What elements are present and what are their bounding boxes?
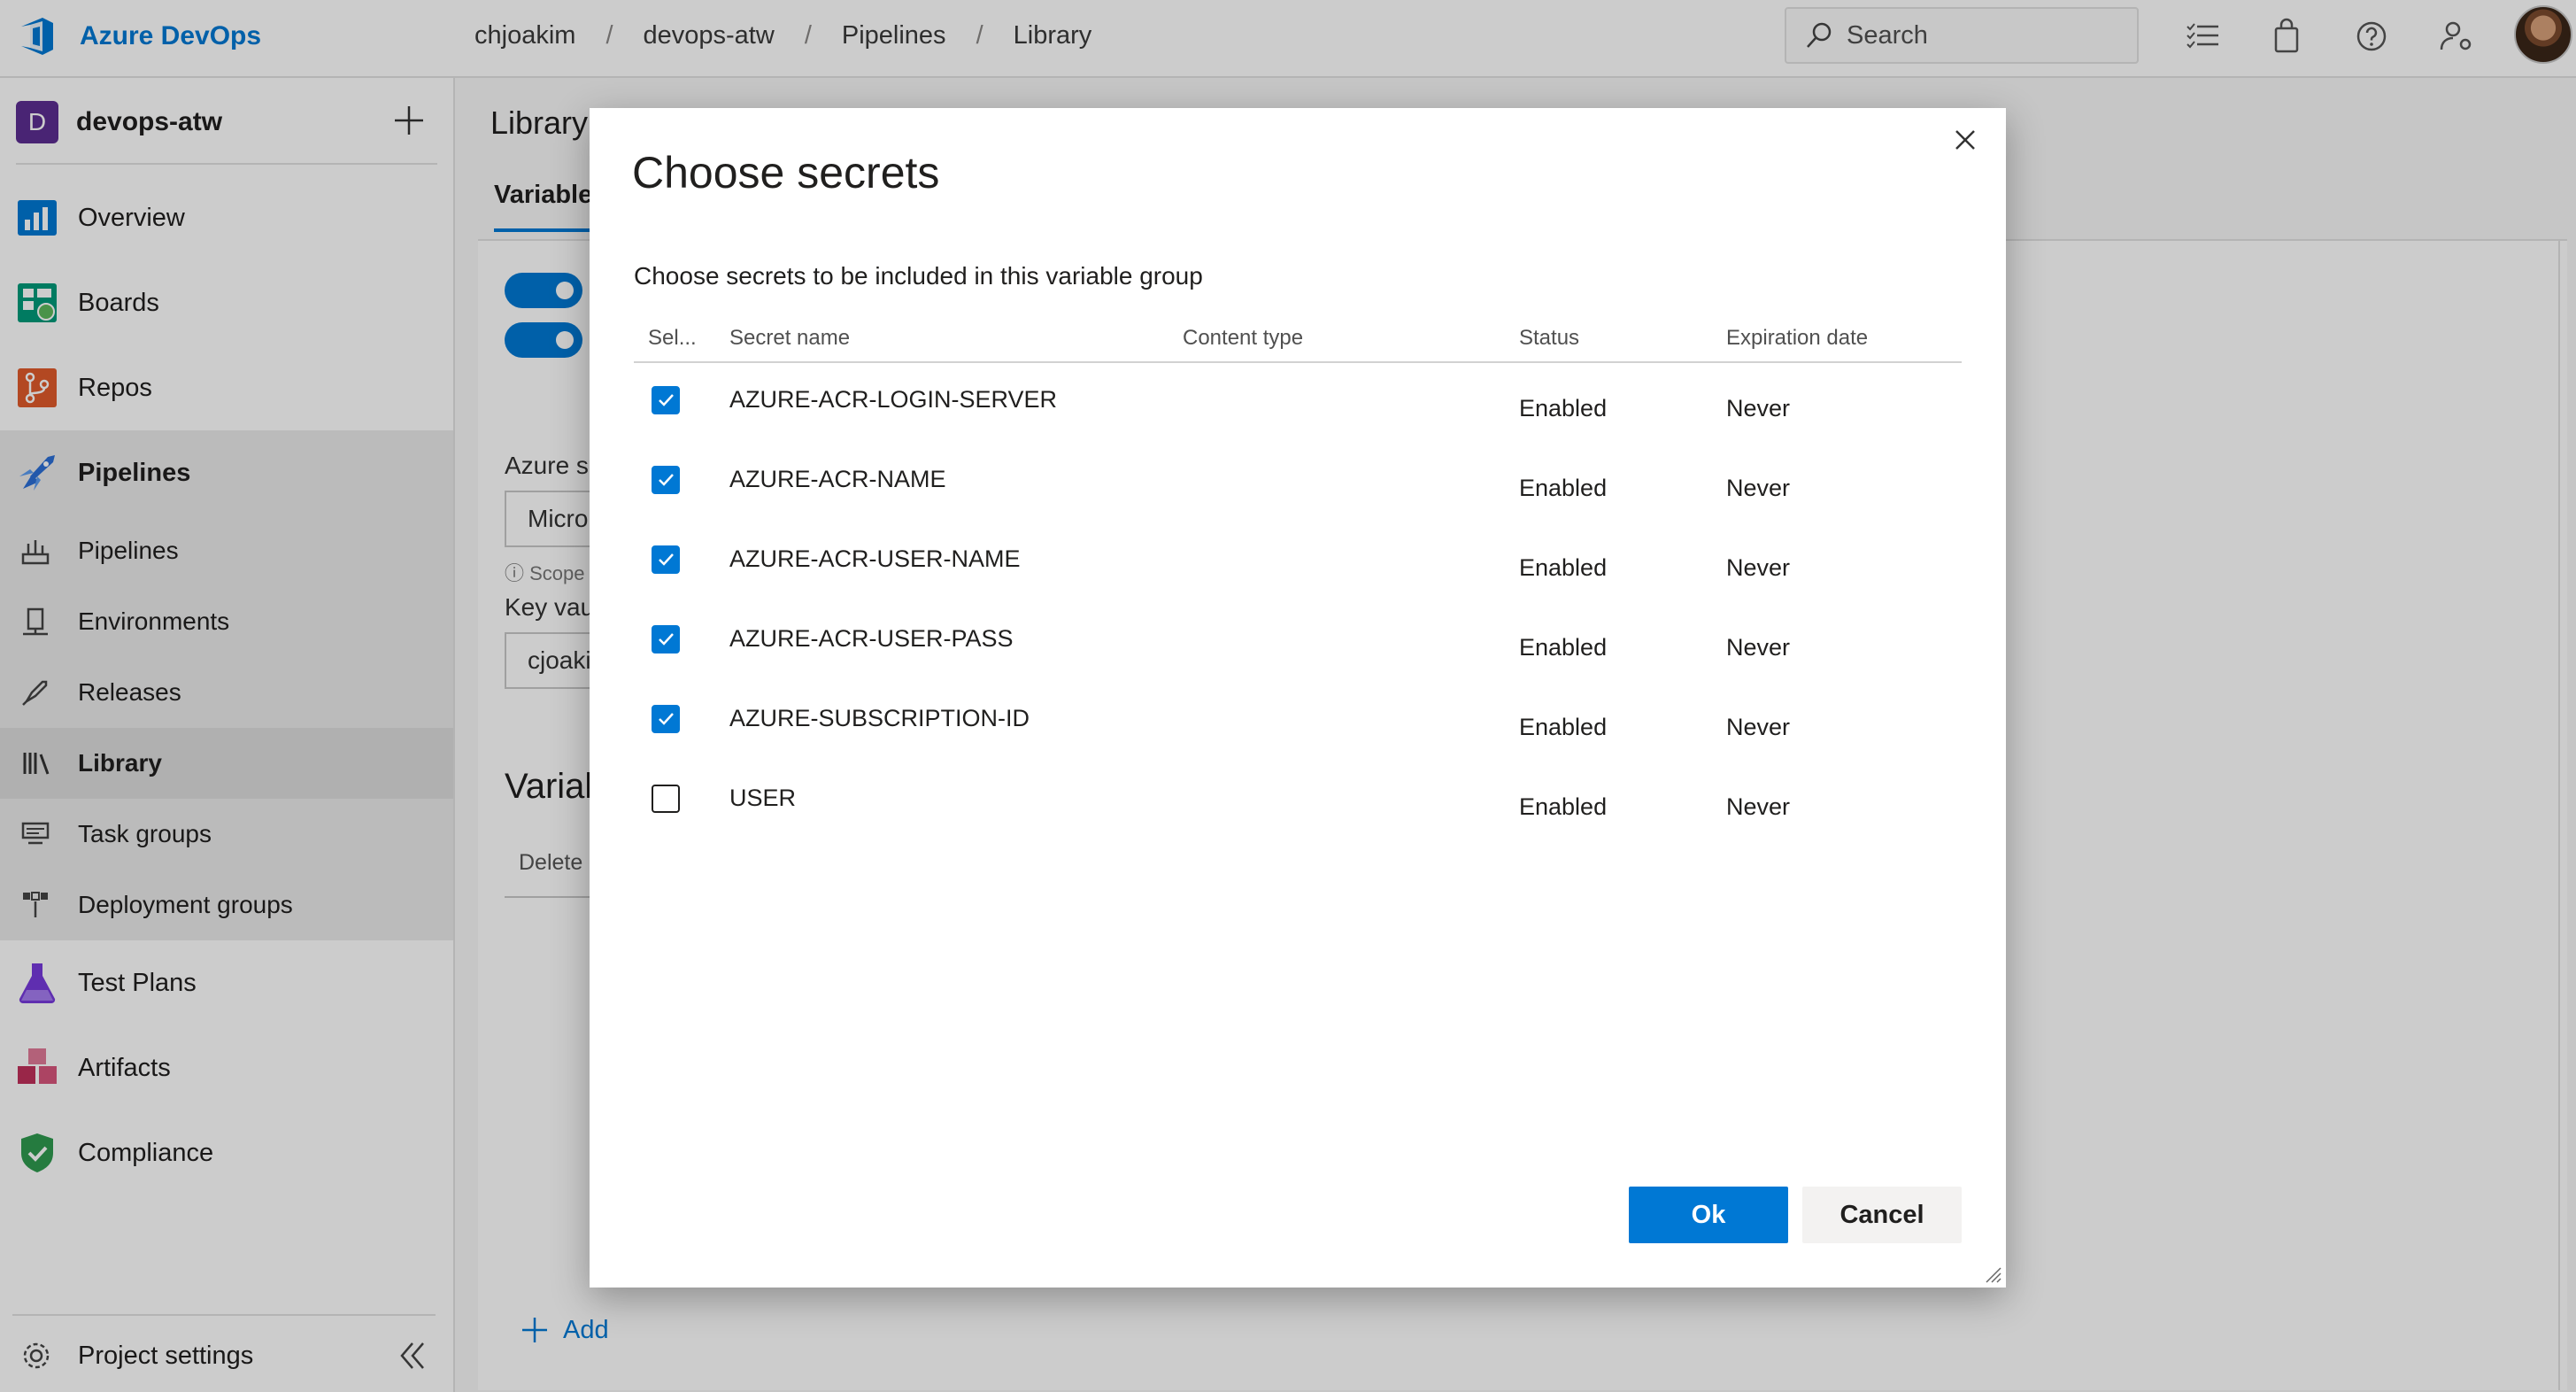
close-icon[interactable]	[1946, 120, 1985, 159]
secret-expiration: Never	[1726, 395, 1791, 421]
table-row[interactable]: AZURE-ACR-USER-NAME Enabled Never	[634, 524, 1962, 604]
table-row[interactable]: USER Enabled Never	[634, 763, 1962, 843]
column-secret-name[interactable]: Secret name	[729, 326, 850, 351]
table-header: Sel... Secret name Content type Status E…	[634, 308, 1962, 363]
cancel-button[interactable]: Cancel	[1802, 1187, 1962, 1243]
row-checkbox[interactable]	[652, 625, 680, 653]
table-row[interactable]: AZURE-ACR-USER-PASS Enabled Never	[634, 604, 1962, 684]
secret-expiration: Never	[1726, 475, 1791, 501]
dialog-subtitle: Choose secrets to be included in this va…	[634, 262, 1203, 290]
secret-status: Enabled	[1519, 714, 1608, 740]
resize-handle-icon[interactable]	[1983, 1264, 2002, 1284]
row-checkbox[interactable]	[652, 545, 680, 574]
secret-expiration: Never	[1726, 554, 1791, 581]
table-row[interactable]: AZURE-ACR-LOGIN-SERVER Enabled Never	[634, 365, 1962, 445]
secret-name: AZURE-ACR-LOGIN-SERVER	[729, 386, 1058, 413]
secret-name: AZURE-ACR-USER-NAME	[729, 545, 1021, 572]
secret-status: Enabled	[1519, 475, 1608, 501]
secret-status: Enabled	[1519, 793, 1608, 820]
secret-status: Enabled	[1519, 634, 1608, 661]
column-status[interactable]: Status	[1519, 326, 1579, 351]
secret-name: AZURE-ACR-NAME	[729, 466, 946, 492]
ok-button[interactable]: Ok	[1629, 1187, 1788, 1243]
column-content-type[interactable]: Content type	[1183, 326, 1303, 351]
secret-name: AZURE-SUBSCRIPTION-ID	[729, 705, 1030, 731]
row-checkbox[interactable]	[652, 386, 680, 414]
checkmark-icon	[659, 713, 674, 725]
table-row[interactable]: AZURE-SUBSCRIPTION-ID Enabled Never	[634, 684, 1962, 763]
checkmark-icon	[659, 474, 674, 486]
secret-expiration: Never	[1726, 793, 1791, 820]
secret-expiration: Never	[1726, 634, 1791, 661]
checkmark-icon	[659, 394, 674, 406]
dialog-title: Choose secrets	[632, 148, 940, 197]
column-expiration-date[interactable]: Expiration date	[1726, 326, 1868, 351]
row-checkbox[interactable]	[652, 466, 680, 494]
secret-status: Enabled	[1519, 554, 1608, 581]
checkmark-icon	[659, 553, 674, 566]
secret-name: AZURE-ACR-USER-PASS	[729, 625, 1014, 652]
row-checkbox[interactable]	[652, 705, 680, 733]
secret-expiration: Never	[1726, 714, 1791, 740]
secret-name: USER	[729, 785, 797, 811]
choose-secrets-dialog: Choose secrets Choose secrets to be incl…	[590, 108, 2006, 1288]
column-select[interactable]: Sel...	[648, 326, 697, 351]
secret-status: Enabled	[1519, 395, 1608, 421]
table-row[interactable]: AZURE-ACR-NAME Enabled Never	[634, 445, 1962, 524]
row-checkbox[interactable]	[652, 785, 680, 813]
checkmark-icon	[659, 633, 674, 646]
